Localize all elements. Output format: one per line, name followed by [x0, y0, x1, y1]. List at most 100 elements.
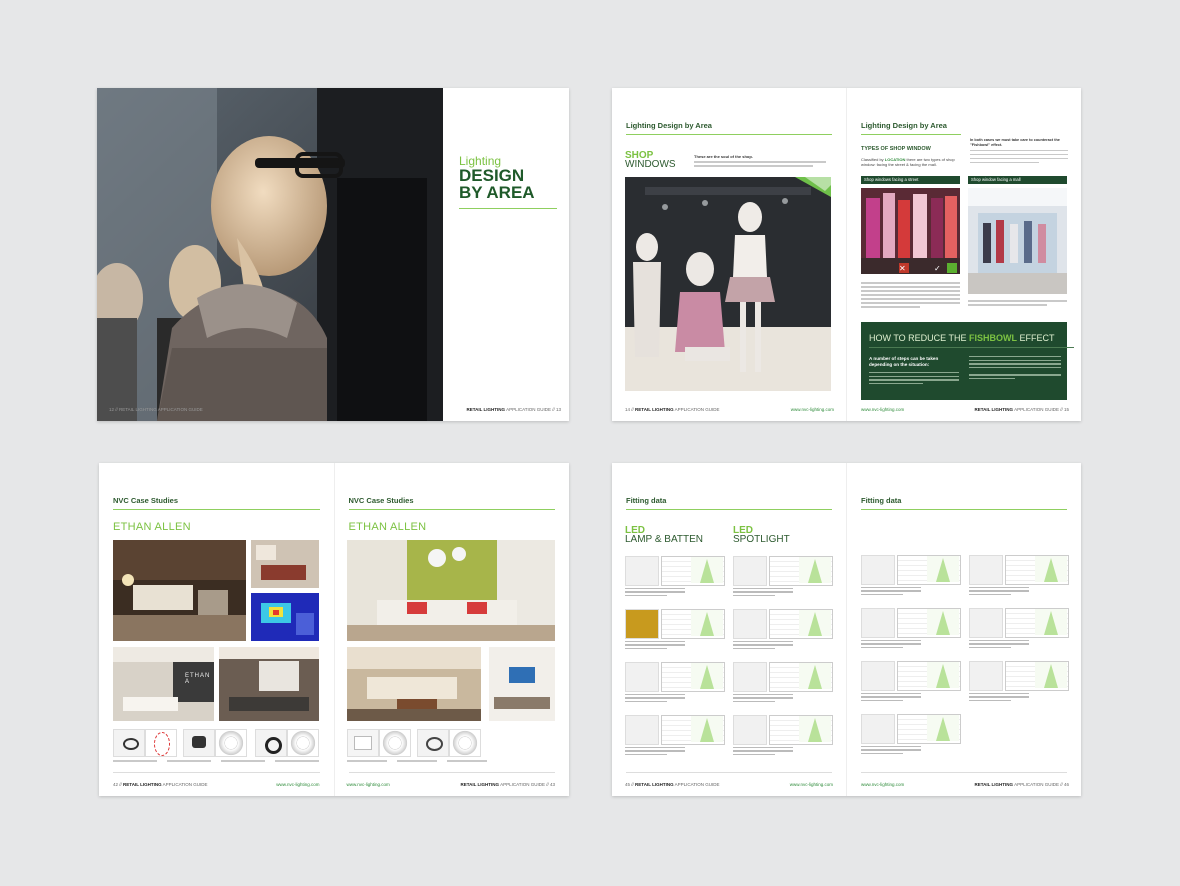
footer-brand: RETAIL LIGHTING	[635, 407, 674, 412]
section-heading: Lighting Design by Area	[861, 121, 947, 130]
website-url[interactable]: www.nvc-lighting.com	[347, 782, 390, 787]
case-photo-green-room	[346, 540, 555, 641]
page-43-footer: RETAIL LIGHTING APPLICATION GUIDE // 43	[460, 782, 555, 787]
website-url[interactable]: www.nvc-lighting.com	[861, 407, 904, 412]
footer-page-number: 45 //	[625, 782, 634, 787]
spotlight-icon	[733, 662, 767, 692]
footer-brand: RETAIL LIGHTING	[460, 782, 500, 787]
cover-rule	[459, 208, 557, 209]
cover-title: DESIGN BY AREA	[459, 167, 535, 201]
section-rule	[626, 509, 832, 510]
page-15: Lighting Design by Area TYPES OF SHOP WI…	[846, 88, 1081, 421]
spread-cover: 12 // RETAIL LIGHTING APPLICATION GUIDE …	[97, 88, 569, 421]
section-rule	[861, 134, 961, 135]
fishbowl-rule	[869, 347, 1074, 348]
website-url[interactable]: www.nvc-lighting.com	[791, 407, 834, 412]
downlight-icon	[861, 661, 895, 691]
spotlight-icon	[733, 556, 767, 586]
polar-diagram-icon	[287, 729, 319, 757]
panel-light-icon	[346, 729, 379, 757]
windows-word: WINDOWS	[625, 159, 676, 170]
case-photo-living	[113, 540, 246, 641]
footer-rule	[348, 772, 555, 773]
cover-title-line1: DESIGN	[459, 166, 525, 185]
intro-lines	[694, 161, 826, 167]
spotlight-icon	[733, 609, 767, 639]
downlight-icon	[113, 729, 145, 757]
case-photo-sofa	[346, 647, 481, 721]
downlight-icon	[861, 555, 895, 585]
street-caption	[861, 282, 960, 310]
page-46-footer: RETAIL LIGHTING APPLICATION GUIDE // 46	[974, 782, 1069, 787]
types-title: TYPES OF SHOP WINDOW	[861, 146, 931, 152]
track-light-icon	[255, 729, 287, 757]
cover-footer-right: RETAIL LIGHTING APPLICATION GUIDE // 13	[466, 407, 561, 412]
intro-text: These are the soul of the shop.	[694, 154, 826, 169]
batten-icon	[625, 662, 659, 692]
spread-fitting-data: Fitting data LED LAMP & BATTEN LED SPOTL…	[612, 463, 1081, 796]
fishbowl-box: HOW TO REDUCE THE FISHBOWL EFFECT A numb…	[861, 322, 1074, 400]
check-icon: ✓	[934, 264, 941, 273]
page-45-footer: 45 // RETAIL LIGHTING APPLICATION GUIDE	[625, 782, 720, 787]
mall-caption	[968, 300, 1067, 308]
page-42-footer: 42 // RETAIL LIGHTING APPLICATION GUIDE	[113, 782, 208, 787]
track-light-icon	[861, 714, 895, 744]
cat2-name: SPOTLIGHT	[733, 534, 790, 545]
fishbowl-note-lines	[970, 149, 1068, 164]
types-desc: Classified by LOCATION there are two typ…	[861, 157, 961, 167]
beam-diagram-icon	[145, 729, 177, 757]
spotlight-icon	[969, 608, 1003, 638]
footer-text: APPLICATION GUIDE	[161, 782, 208, 787]
shop-window-photo	[625, 177, 831, 391]
batten-icon	[625, 715, 659, 745]
section-heading: NVC Case Studies	[348, 496, 414, 505]
mall-window-photo	[968, 188, 1067, 294]
fishbowl-title: HOW TO REDUCE THE FISHBOWL EFFECT	[869, 333, 1055, 343]
spread-shop-windows: Lighting Design by Area SHOP WINDOWS The…	[612, 88, 1081, 421]
mall-window-image	[968, 188, 1067, 294]
footer-text: APPLICATION GUIDE	[673, 782, 720, 787]
section-rule	[861, 509, 1067, 510]
spotlight-icon	[183, 729, 215, 757]
cover-title-line2: BY AREA	[459, 183, 535, 202]
section-heading: NVC Case Studies	[113, 496, 179, 505]
fishbowl-sub: A number of steps can be taken depending…	[869, 356, 939, 367]
section-heading: Lighting Design by Area	[626, 121, 712, 130]
website-url[interactable]: www.nvc-lighting.com	[861, 782, 904, 787]
footer-text: APPLICATION GUIDE // 43	[499, 782, 555, 787]
footer-page-number: 42 //	[113, 782, 122, 787]
case-photo-tv	[488, 647, 555, 721]
case-photo-showroom	[219, 647, 319, 721]
fishbowl-title-post: EFFECT	[1017, 333, 1055, 343]
section-heading: Fitting data	[861, 496, 902, 505]
fishbowl-col2	[969, 356, 1061, 380]
footer-rule	[861, 772, 1067, 773]
store-sign: ETHAN A	[185, 673, 211, 685]
section-heading: Fitting data	[626, 496, 667, 505]
cross-icon: ✕	[899, 264, 906, 273]
section-rule	[113, 509, 320, 510]
label-street: Shop windows facing a street	[861, 176, 960, 184]
footer-text: APPLICATION GUIDE // 46	[1013, 782, 1069, 787]
downlight-icon	[416, 729, 449, 757]
footer-page-number: 14 //	[625, 407, 634, 412]
footer-brand: RETAIL LIGHTING	[974, 782, 1014, 787]
website-url[interactable]: www.nvc-lighting.com	[276, 782, 319, 787]
street-window-image	[861, 188, 960, 274]
polar-diagram-icon	[215, 729, 247, 757]
intro-bold: These are the soul of the shop.	[694, 154, 753, 159]
cover-footer-left: 12 // RETAIL LIGHTING APPLICATION GUIDE	[109, 407, 203, 412]
spotlight-icon	[969, 661, 1003, 691]
footer-rule	[113, 772, 320, 773]
page-43: NVC Case Studies ETHAN ALLEN www.nvc-lig…	[333, 463, 569, 796]
footer-brand: RETAIL LIGHTING	[974, 407, 1014, 412]
footer-rule	[626, 772, 832, 773]
spotlight-icon	[969, 555, 1003, 585]
website-url[interactable]: www.nvc-lighting.com	[790, 782, 833, 787]
section-rule	[348, 509, 555, 510]
led-strip-icon	[625, 609, 659, 639]
page-45: Fitting data LED LAMP & BATTEN LED SPOTL…	[612, 463, 846, 796]
polar-diagram-icon	[448, 729, 481, 757]
fishbowl-col1	[869, 372, 959, 385]
fishbowl-title-key: FISHBOWL	[969, 333, 1018, 343]
